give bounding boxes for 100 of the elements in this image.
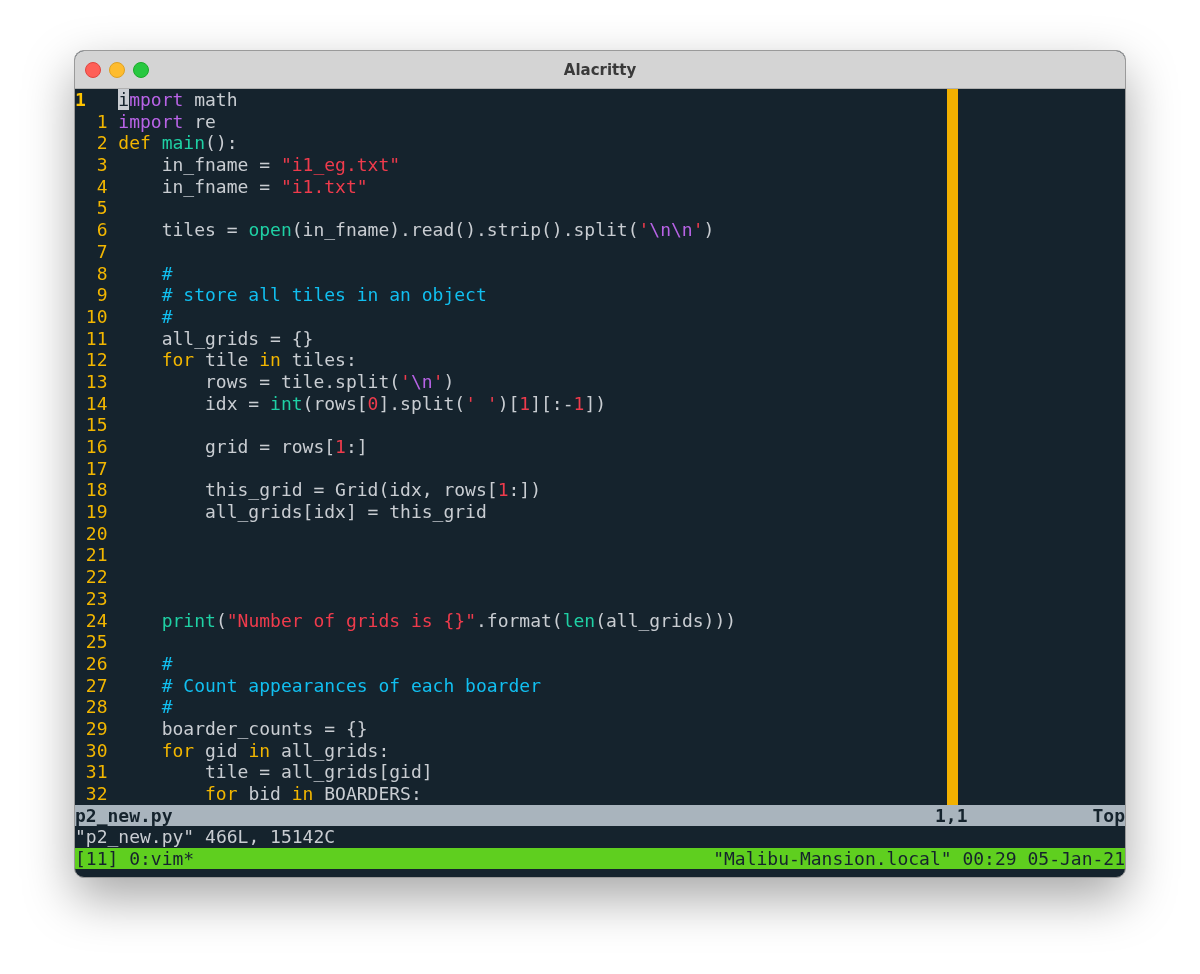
line-number: 6 <box>95 219 108 241</box>
window-list[interactable]: [11] 0:vim* <box>75 847 195 869</box>
line-number: 29 <box>84 717 108 740</box>
code-text: all_grids = {} <box>160 327 314 349</box>
file-name: p2_new.py <box>75 804 173 826</box>
escape-sequence: \n <box>410 370 433 392</box>
host-name: "Malibu-Mansion.local" <box>713 847 952 869</box>
clock-time: 00:29 <box>962 847 1017 869</box>
number-literal: 1 <box>519 392 531 414</box>
line-number: 3 <box>95 154 108 176</box>
string-literal: ' ' <box>465 392 498 414</box>
code-text: this_grid = Grid(idx, rows[ <box>204 479 498 501</box>
zoom-button[interactable] <box>133 61 149 78</box>
code-text: tile <box>204 349 250 371</box>
code-text: :] <box>345 436 368 457</box>
code-text: ) <box>703 219 715 241</box>
code-text: re <box>193 110 216 132</box>
number-literal: 1 <box>335 436 346 457</box>
code-text: :]) <box>508 479 541 501</box>
keyword: in <box>248 739 271 761</box>
text-cursor: i <box>118 89 130 110</box>
cursor-position: 1,1 <box>934 804 968 826</box>
keyword: for <box>160 739 195 761</box>
code-text: rows = tile.split( <box>204 370 401 392</box>
line-number: 8 <box>95 262 108 285</box>
code-text: tile = all_grids[gid] <box>204 761 433 783</box>
message-line: "p2_new.py" 466L, 15142C <box>75 825 336 847</box>
line-number: 22 <box>84 566 108 588</box>
code-text: ].split( <box>378 392 466 414</box>
line-number: 18 <box>84 479 108 502</box>
function-name: print <box>160 609 216 631</box>
code-text: ) <box>443 370 455 392</box>
function-name: int <box>270 392 303 414</box>
line-number: 20 <box>84 522 108 545</box>
line-number: 23 <box>84 587 108 610</box>
number-literal: 1 <box>497 479 509 501</box>
keyword: in <box>291 783 314 804</box>
code-text: all_grids: <box>279 739 390 761</box>
code-text: ( <box>215 609 227 631</box>
line-number: 32 <box>84 783 108 805</box>
window-title: Alacritty <box>563 60 637 79</box>
line-number: 1 <box>95 110 108 133</box>
line-number: 17 <box>84 457 108 480</box>
number-literal: 0 <box>367 392 379 414</box>
keyword: in <box>259 349 281 371</box>
code-text: (in_fname).read().strip().split( <box>291 219 639 241</box>
keyword: mport <box>129 89 184 110</box>
line-number: 11 <box>84 327 108 350</box>
line-number: 31 <box>84 761 108 783</box>
line-number: 7 <box>95 240 108 263</box>
code-comment: # <box>160 696 173 718</box>
code-text: math <box>193 89 238 110</box>
line-number: 21 <box>84 544 108 567</box>
string-literal: ' <box>432 370 444 392</box>
code-text: .format( <box>475 609 563 631</box>
line-number: 28 <box>84 696 108 718</box>
code-comment: # <box>160 652 173 674</box>
keyword: import <box>118 110 184 132</box>
code-text: tiles: <box>290 349 357 371</box>
close-button[interactable] <box>85 61 101 78</box>
line-number: 30 <box>84 739 108 762</box>
date-text: 05-Jan-21 <box>1027 847 1125 869</box>
keyword: for <box>204 783 238 804</box>
code-text: all_grids[idx] = this_grid <box>204 501 487 523</box>
code-text: (rows[ <box>302 392 368 414</box>
code-text: in_fname = <box>160 154 272 176</box>
number-literal: 1 <box>573 392 585 414</box>
minimize-button[interactable] <box>109 61 125 78</box>
line-number: 16 <box>84 436 108 458</box>
line-number: 13 <box>84 370 108 393</box>
function-name: open <box>248 219 292 241</box>
scroll-position: Top <box>1092 804 1125 826</box>
string-literal: ' <box>400 370 411 392</box>
line-number: 14 <box>84 392 108 415</box>
line-number: 2 <box>95 132 108 155</box>
code-text: boarder_counts = {} <box>160 717 368 739</box>
string-literal: "i1.txt" <box>280 175 368 197</box>
line-number: 1 <box>75 89 87 111</box>
line-number: 26 <box>84 652 108 675</box>
string-literal: ' <box>692 219 704 241</box>
function-name: main <box>161 132 206 154</box>
line-number: 25 <box>84 631 108 653</box>
string-literal: "i1_eg.txt" <box>280 154 401 176</box>
code-text: BOARDERS: <box>323 783 422 804</box>
code-comment: # store all tiles in an object <box>160 284 487 306</box>
line-number: 5 <box>95 197 108 220</box>
code-text: bid <box>247 783 282 804</box>
code-text: grid = rows[ <box>204 436 336 457</box>
code-text: ]) <box>584 392 607 414</box>
line-number: 12 <box>84 349 108 371</box>
line-number: 19 <box>84 501 108 523</box>
code-text: ][:- <box>530 392 574 414</box>
code-text: idx = <box>204 392 261 414</box>
function-name: len <box>562 609 596 631</box>
code-comment: # <box>160 262 173 284</box>
keyword: def <box>118 132 152 154</box>
code-text: (): <box>205 132 238 154</box>
line-number: 24 <box>84 609 108 632</box>
keyword: for <box>160 349 195 371</box>
code-text: (all_grids))) <box>595 609 737 631</box>
